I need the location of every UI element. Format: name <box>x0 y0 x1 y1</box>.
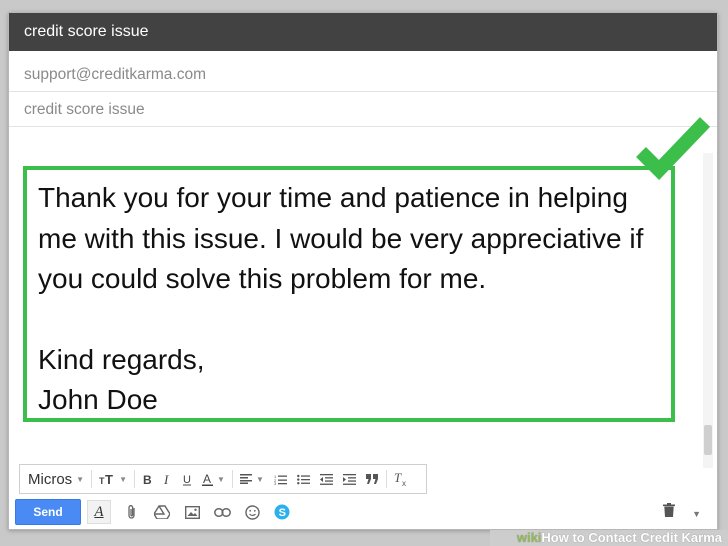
svg-text:x: x <box>402 479 406 486</box>
svg-text:3: 3 <box>274 481 277 485</box>
svg-text:A: A <box>203 473 211 486</box>
scrollbar-thumb[interactable] <box>704 425 712 455</box>
checkmark-icon <box>636 117 711 181</box>
chevron-down-icon: ▼ <box>255 474 264 484</box>
send-button[interactable]: Send <box>15 499 81 525</box>
compose-tools: A S <box>87 499 297 525</box>
text-color-icon[interactable]: A ▼ <box>197 465 230 493</box>
chevron-down-icon: ▼ <box>217 474 225 484</box>
formatting-options-button[interactable]: A <box>87 500 111 524</box>
indent-less-icon[interactable] <box>315 465 338 493</box>
svg-text:T: T <box>105 473 113 485</box>
skype-icon[interactable]: S <box>267 499 297 525</box>
text-size-icon[interactable]: T T ▼ <box>94 465 132 493</box>
svg-text:T: T <box>394 472 402 485</box>
more-options-icon[interactable]: ▼ <box>692 509 701 519</box>
remove-formatting-icon[interactable]: Tx <box>389 465 414 493</box>
photo-icon[interactable] <box>177 499 207 525</box>
indent-more-icon[interactable] <box>338 465 361 493</box>
font-select[interactable]: Micros ▼ <box>20 465 89 493</box>
signature-line: John Doe <box>38 384 158 416</box>
emoji-icon[interactable] <box>237 499 267 525</box>
divider <box>385 470 387 488</box>
divider <box>231 470 233 488</box>
svg-text:B: B <box>143 473 152 485</box>
compose-bottom-bar: Send A S ▼ <box>9 497 717 529</box>
drive-icon[interactable] <box>147 499 177 525</box>
subject-field[interactable]: credit score issue <box>9 93 717 127</box>
watermark-footer: wikiHow to Contact Credit Karma <box>490 530 728 546</box>
message-body[interactable]: Thank you for your time and patience in … <box>23 166 675 422</box>
quote-icon[interactable] <box>361 465 384 493</box>
svg-text:S: S <box>279 507 286 519</box>
italic-icon[interactable]: I <box>157 465 177 493</box>
divider <box>91 470 93 488</box>
link-icon[interactable] <box>207 499 237 525</box>
scrollbar[interactable] <box>703 153 713 468</box>
formatting-toolbar: Micros ▼ T T ▼ B I U A ▼ ▼ 123 T x <box>19 464 427 494</box>
chevron-down-icon: ▼ <box>119 474 128 484</box>
watermark-brand: wiki <box>516 530 542 545</box>
to-field[interactable]: support@creditkarma.com <box>9 58 717 92</box>
chevron-down-icon: ▼ <box>76 474 85 484</box>
body-paragraph: Thank you for your time and patience in … <box>38 182 644 295</box>
numbered-list-icon[interactable]: 123 <box>269 465 292 493</box>
divider <box>134 470 136 488</box>
bulleted-list-icon[interactable] <box>292 465 315 493</box>
svg-text:I: I <box>163 473 169 485</box>
svg-text:U: U <box>183 474 191 486</box>
font-select-label: Micros <box>28 470 73 488</box>
bold-icon[interactable]: B <box>137 465 157 493</box>
attach-icon[interactable] <box>117 499 147 525</box>
compose-window: credit score issue support@creditkarma.c… <box>8 12 718 530</box>
closing-line: Kind regards, <box>38 343 205 375</box>
watermark-caption: How to Contact Credit Karma <box>541 530 722 545</box>
compose-title[interactable]: credit score issue <box>9 13 717 51</box>
align-icon[interactable]: ▼ <box>235 465 269 493</box>
underline-icon[interactable]: U <box>177 465 197 493</box>
trash-icon[interactable] <box>663 503 675 522</box>
